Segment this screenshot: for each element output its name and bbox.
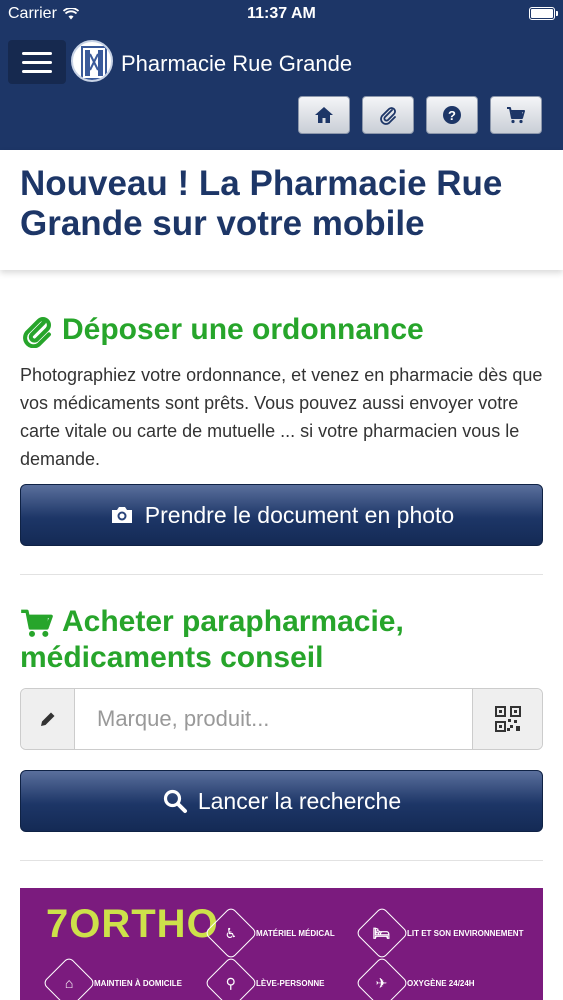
medical-equipment-icon: ♿ bbox=[204, 906, 258, 960]
edit-addon bbox=[21, 689, 75, 749]
oxygen-icon: ✈ bbox=[355, 956, 409, 1000]
bed-icon: 🛏 bbox=[355, 906, 409, 960]
home-icon bbox=[315, 107, 333, 123]
battery-icon bbox=[529, 7, 558, 20]
banner-brand: 7ORTHO bbox=[46, 902, 219, 946]
paperclip-icon bbox=[23, 317, 51, 349]
search-button-label: Lancer la recherche bbox=[197, 787, 402, 814]
banner-item: ⌂ MAINTIEN À DOMICILE bbox=[42, 956, 182, 1000]
cart-icon bbox=[507, 107, 525, 124]
search-button[interactable]: Lancer la recherche bbox=[20, 770, 543, 832]
prescription-description: Photographiez votre ordonnance, et venez… bbox=[20, 365, 543, 469]
home-button[interactable] bbox=[298, 96, 350, 134]
product-search-group bbox=[20, 688, 543, 750]
camera-icon bbox=[111, 507, 132, 523]
product-search-input[interactable] bbox=[75, 689, 472, 749]
take-photo-label: Prendre le document en photo bbox=[144, 501, 455, 528]
help-icon: ? bbox=[443, 106, 461, 124]
prescription-title-text: Déposer une ordonnance bbox=[62, 313, 424, 346]
take-photo-button[interactable]: Prendre le document en photo bbox=[20, 484, 543, 546]
svg-text:?: ? bbox=[448, 108, 456, 123]
paperclip-icon bbox=[380, 107, 396, 125]
prescription-section-title: Déposer une ordonnance bbox=[20, 312, 424, 349]
menu-button[interactable] bbox=[8, 40, 66, 84]
banner-item: ⚲ LÈVE-PERSONNE bbox=[204, 956, 324, 1000]
logo-emblem-icon bbox=[81, 46, 107, 80]
attach-button[interactable] bbox=[362, 96, 414, 134]
ortho-ad-banner[interactable]: 7ORTHO ♿ MATÉRIEL MÉDICAL 🛏 LIT ET SON E… bbox=[20, 888, 543, 1000]
section-divider bbox=[20, 860, 543, 861]
banner-item: 🛏 LIT ET SON ENVIRONNEMENT bbox=[355, 906, 523, 960]
banner-item: ✈ OXYGÈNE 24/24H bbox=[355, 956, 475, 1000]
pharmacy-logo[interactable] bbox=[71, 40, 113, 82]
cart-button[interactable] bbox=[490, 96, 542, 134]
cart-icon bbox=[21, 609, 53, 637]
patient-lift-icon: ⚲ bbox=[204, 956, 258, 1000]
qr-code-icon bbox=[494, 706, 521, 732]
pencil-icon bbox=[40, 712, 54, 726]
shop-title-text: Acheter parapharmacie, médicaments conse… bbox=[20, 605, 404, 674]
hamburger-icon bbox=[22, 51, 52, 55]
house-icon: ⌂ bbox=[42, 956, 96, 1000]
magnifier-icon bbox=[163, 789, 187, 813]
intro-panel: Nouveau ! La Pharmacie Rue Grande sur vo… bbox=[0, 150, 563, 270]
banner-item: ♿ MATÉRIEL MÉDICAL bbox=[204, 906, 335, 960]
status-bar: Carrier 11:37 AM bbox=[0, 0, 563, 28]
intro-heading: Nouveau ! La Pharmacie Rue Grande sur vo… bbox=[20, 164, 503, 243]
section-divider bbox=[20, 574, 543, 575]
help-button[interactable]: ? bbox=[426, 96, 478, 134]
qr-scan-button[interactable] bbox=[472, 689, 542, 749]
app-title: Pharmacie Rue Grande bbox=[121, 51, 353, 76]
clock: 11:37 AM bbox=[247, 5, 316, 22]
app-header: Pharmacie Rue Grande ? bbox=[0, 28, 563, 150]
shop-section-title: Acheter parapharmacie, médicaments conse… bbox=[20, 604, 563, 676]
